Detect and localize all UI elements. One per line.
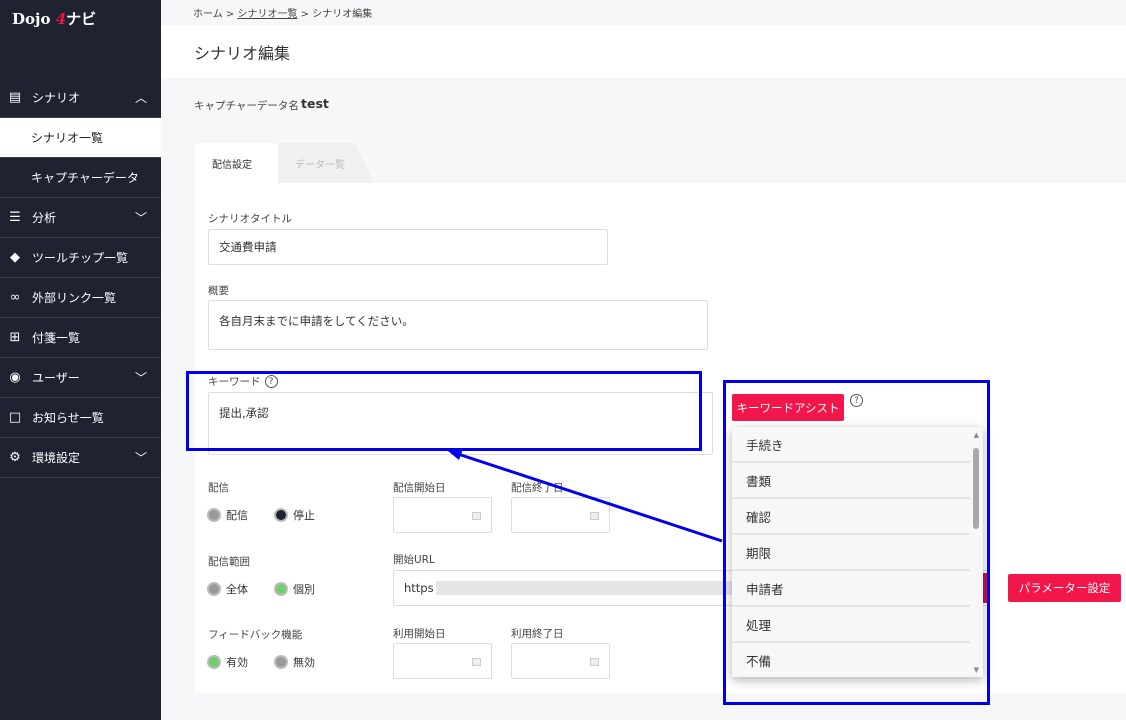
annotation-arrow [448,449,723,543]
arrow-line [457,452,723,543]
arrow-head-icon [448,449,463,460]
